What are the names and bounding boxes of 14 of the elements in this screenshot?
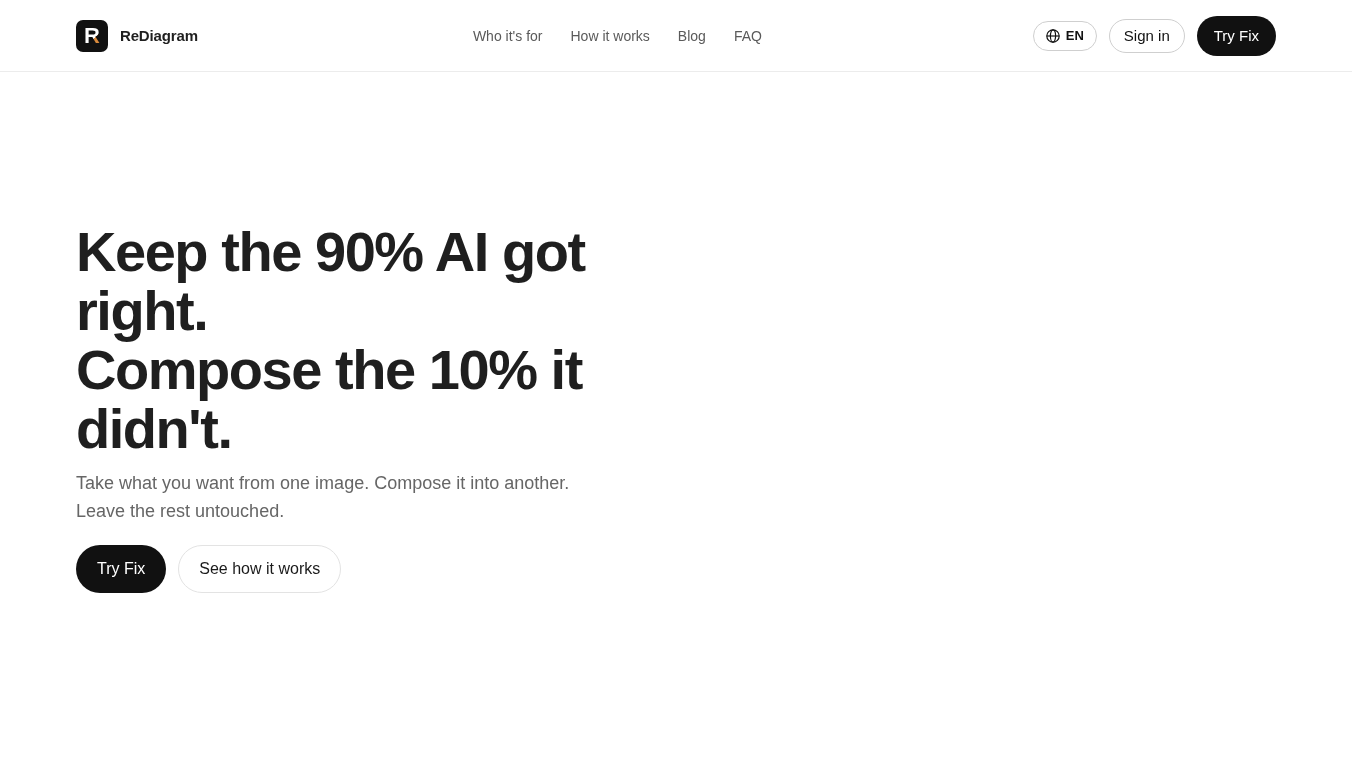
globe-icon bbox=[1045, 28, 1060, 43]
secondary-button[interactable]: See how it works bbox=[178, 545, 342, 593]
sign-in-button[interactable]: Sign in bbox=[1108, 18, 1185, 53]
try-button[interactable]: Try Fix bbox=[76, 545, 167, 593]
nav-link[interactable]: Who it's for bbox=[472, 27, 543, 44]
brand-name[interactable]: ReDiagram bbox=[120, 27, 198, 44]
logo: R bbox=[76, 19, 108, 52]
nav-link[interactable]: How it works bbox=[570, 27, 650, 44]
language-button[interactable]: EN bbox=[1032, 20, 1097, 51]
hero-subtitle: Take what you want from one image. Compose it into another. Leave the rest untouched. bbox=[76, 472, 571, 523]
cta-button[interactable]: Try Fix bbox=[1196, 15, 1276, 56]
headline: Keep the 90% AI got right. bbox=[76, 222, 587, 340]
nav-link[interactable]: FAQ bbox=[733, 27, 762, 44]
nav-link[interactable]: Blog bbox=[677, 27, 706, 44]
